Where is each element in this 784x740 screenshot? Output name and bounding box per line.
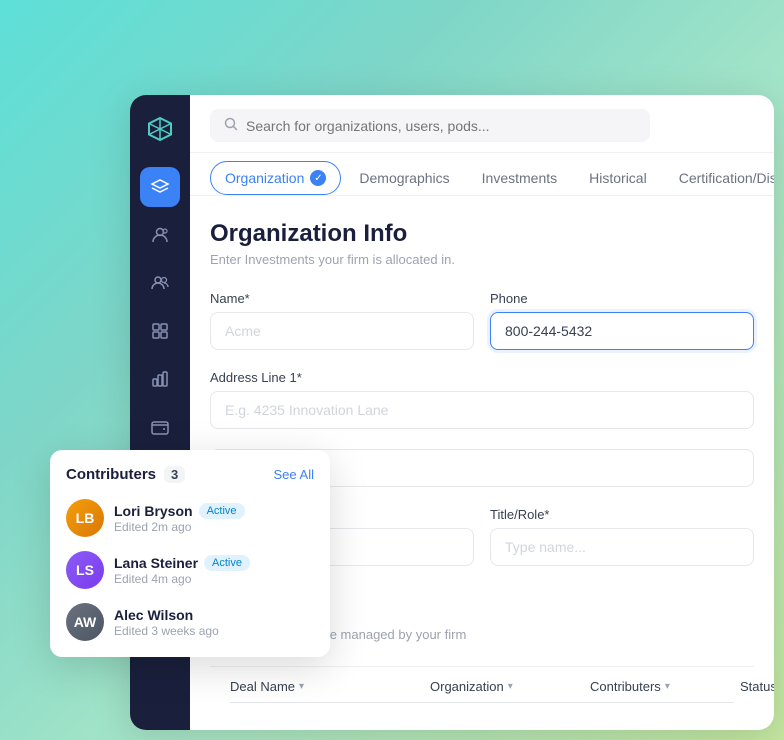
col-header-deal-name[interactable]: Deal Name ▾: [230, 679, 430, 694]
table-header-row: Deal Name ▾ Organization ▾ Contributers …: [230, 667, 734, 703]
contributor-name-row-lori: Lori Bryson Active: [114, 503, 314, 519]
contributor-time-lana: Edited 4m ago: [114, 572, 314, 586]
tab-certification[interactable]: Certification/Disclaimers: [665, 162, 774, 194]
title-label: Title/Role*: [490, 507, 754, 522]
tabs-row: Organization ✓ Demographics Investments …: [190, 153, 774, 196]
chevron-down-icon: ▾: [508, 681, 513, 692]
contributor-item-alec: AW Alec Wilson Edited 3 weeks ago: [66, 603, 314, 641]
title-field-group: Title/Role*: [490, 507, 754, 566]
tab-investments[interactable]: Investments: [468, 162, 571, 194]
title-input[interactable]: [490, 528, 754, 566]
contributors-popup: Contributers 3 See All LB Lori Bryson Ac…: [50, 450, 330, 657]
avatar-alec: AW: [66, 603, 104, 641]
contributor-name-lori: Lori Bryson: [114, 503, 193, 519]
sidebar-item-people[interactable]: [140, 263, 180, 303]
tab-organization-check: ✓: [310, 170, 326, 186]
address-row: Address Line 1*: [210, 370, 754, 429]
sidebar-item-chart[interactable]: [140, 359, 180, 399]
table-area: Deal Name ▾ Organization ▾ Contributers …: [210, 666, 754, 703]
col-header-status[interactable]: Status ▾: [740, 679, 774, 694]
address-field-group: Address Line 1*: [210, 370, 754, 429]
see-all-link[interactable]: See All: [274, 467, 314, 482]
phone-input[interactable]: [490, 312, 754, 350]
tab-organization[interactable]: Organization ✓: [210, 161, 341, 195]
phone-field-group: Phone: [490, 291, 754, 350]
avatar-lori: LB: [66, 499, 104, 537]
tab-demographics[interactable]: Demographics: [345, 162, 463, 194]
avatar-lana: LS: [66, 551, 104, 589]
popup-header: Contributers 3 See All: [66, 466, 314, 483]
address-label: Address Line 1*: [210, 370, 754, 385]
tab-organization-label: Organization: [225, 170, 304, 186]
name-label: Name*: [210, 291, 474, 306]
sidebar-item-wallet[interactable]: [140, 407, 180, 447]
col-header-contributers[interactable]: Contributers ▾: [590, 679, 740, 694]
name-phone-row: Name* Phone: [210, 291, 754, 350]
contributor-name-alec: Alec Wilson: [114, 607, 193, 623]
sidebar-item-users[interactable]: [140, 215, 180, 255]
contributor-info-lori: Lori Bryson Active Edited 2m ago: [114, 503, 314, 534]
contributor-info-alec: Alec Wilson Edited 3 weeks ago: [114, 607, 314, 638]
col-header-organization[interactable]: Organization ▾: [430, 679, 590, 694]
status-badge-lana: Active: [204, 555, 250, 571]
name-input[interactable]: [210, 312, 474, 350]
address-input[interactable]: [210, 391, 754, 429]
contributor-item-lori: LB Lori Bryson Active Edited 2m ago: [66, 499, 314, 537]
contributor-name-lana: Lana Steiner: [114, 555, 198, 571]
popup-title: Contributers 3: [66, 466, 185, 483]
chevron-down-icon: ▾: [299, 681, 304, 692]
phone-label: Phone: [490, 291, 754, 306]
search-bar-area: [190, 95, 774, 153]
contributor-time-lori: Edited 2m ago: [114, 520, 314, 534]
search-input[interactable]: [246, 118, 636, 134]
search-icon: [224, 117, 238, 134]
status-badge-lori: Active: [199, 503, 245, 519]
search-input-wrap[interactable]: [210, 109, 650, 142]
name-field-group: Name*: [210, 291, 474, 350]
contributor-name-row-lana: Lana Steiner Active: [114, 555, 314, 571]
form-title: Organization Info: [210, 220, 754, 248]
contributor-time-alec: Edited 3 weeks ago: [114, 624, 314, 638]
contributors-count-badge: 3: [164, 466, 185, 483]
tab-historical[interactable]: Historical: [575, 162, 661, 194]
sidebar-item-layers[interactable]: [140, 167, 180, 207]
sidebar-item-grid[interactable]: [140, 311, 180, 351]
contributor-item-lana: LS Lana Steiner Active Edited 4m ago: [66, 551, 314, 589]
chevron-down-icon: ▾: [665, 681, 670, 692]
contributor-info-lana: Lana Steiner Active Edited 4m ago: [114, 555, 314, 586]
contributor-name-row-alec: Alec Wilson: [114, 607, 314, 623]
logo-icon[interactable]: [142, 111, 178, 147]
form-subtitle: Enter Investments your firm is allocated…: [210, 252, 754, 267]
